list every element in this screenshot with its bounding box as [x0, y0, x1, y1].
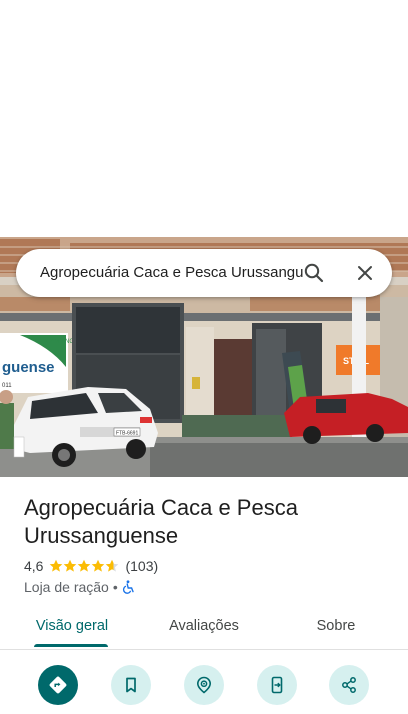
close-icon[interactable] — [353, 261, 377, 285]
active-tab-indicator — [34, 644, 108, 647]
star-icon — [78, 559, 91, 572]
category-row: Loja de ração • — [24, 578, 136, 596]
tab-about[interactable]: Sobre — [286, 604, 386, 650]
send-to-phone-icon — [267, 675, 287, 695]
wheelchair-accessible-icon — [122, 580, 136, 594]
review-count[interactable]: (103) — [125, 558, 158, 574]
star-icon — [50, 559, 63, 572]
directions-icon — [47, 674, 69, 696]
save-button[interactable] — [111, 665, 151, 705]
star-half-icon — [106, 559, 119, 572]
nearby-button[interactable] — [184, 665, 224, 705]
rating-value: 4,6 — [24, 558, 44, 574]
nearby-icon — [194, 675, 214, 695]
sign-left-small: CAMPING — [46, 339, 74, 345]
tab-reviews[interactable]: Avaliações — [140, 604, 268, 650]
sign-left-text: guense — [2, 359, 55, 376]
category-label: Loja de ração — [24, 579, 109, 595]
map-area-blank — [0, 0, 408, 237]
send-to-phone-button[interactable] — [257, 665, 297, 705]
star-icon — [92, 559, 105, 572]
place-title: Agropecuária Caca e Pesca Urussanguense — [24, 495, 298, 548]
share-button[interactable] — [329, 665, 369, 705]
share-icon — [339, 675, 359, 695]
rating-row[interactable]: 4,6 (103) — [24, 557, 158, 575]
search-bar[interactable]: Agropecuária Caca e Pesca Urussanguense — [16, 249, 392, 297]
separator-dot: • — [112, 579, 118, 595]
bookmark-icon — [121, 675, 141, 695]
directions-button[interactable] — [38, 665, 78, 705]
sign-left-number: 011 — [2, 383, 12, 389]
star-icon — [64, 559, 77, 572]
search-query[interactable]: Agropecuária Caca e Pesca Urussanguense — [40, 249, 304, 297]
star-rating — [49, 559, 119, 573]
search-icon[interactable] — [302, 261, 326, 285]
plate-text: FTB-6691 — [116, 431, 138, 437]
